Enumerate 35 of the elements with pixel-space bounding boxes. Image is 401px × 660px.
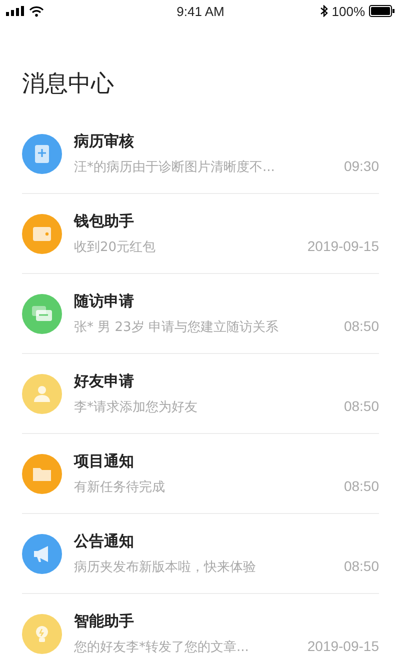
message-row[interactable]: 智能助手 您的好友李*转发了您的文章... 2019-09-15: [22, 594, 379, 660]
message-preview: 李*请求添加您为好友: [74, 398, 198, 416]
message-title: 公告通知: [74, 532, 135, 550]
status-time: 9:41 AM: [176, 4, 226, 18]
message-title: 好友申请: [74, 372, 135, 390]
message-time: 2019-09-15: [307, 638, 379, 656]
message-row[interactable]: 钱包助手 收到20元红包 2019-09-15: [22, 194, 379, 274]
message-row[interactable]: 随访申请 张* 男 23岁 申请与您建立随访关系 08:50: [22, 274, 379, 354]
message-preview: 有新任务待完成: [74, 478, 165, 496]
signal-icon: [6, 6, 24, 16]
message-title: 病历审核: [74, 132, 135, 150]
message-preview: 您的好友李*转发了您的文章...: [74, 638, 249, 656]
message-time: 08:50: [344, 318, 379, 336]
message-row[interactable]: 好友申请 李*请求添加您为好友 08:50: [22, 354, 379, 434]
message-time: 08:50: [344, 558, 379, 576]
bluetooth-icon: [320, 5, 328, 17]
battery-icon: [369, 5, 396, 17]
battery-percent: 100%: [332, 4, 366, 18]
message-title: 项目通知: [74, 452, 135, 470]
message-time: 08:50: [344, 478, 379, 496]
message-row[interactable]: 项目通知 有新任务待完成 08:50: [22, 434, 379, 514]
message-preview: 病历夹发布新版本啦，快来体验: [74, 558, 256, 576]
message-preview: 汪*的病历由于诊断图片清晰度不...: [74, 158, 275, 176]
message-title: 智能助手: [74, 612, 135, 630]
wifi-icon: [29, 6, 44, 16]
message-preview: 张* 男 23岁 申请与您建立随访关系: [74, 318, 278, 336]
message-title: 钱包助手: [74, 212, 135, 230]
message-row[interactable]: 病历审核 汪*的病历由于诊断图片清晰度不... 09:30: [22, 114, 379, 194]
message-preview: 收到20元红包: [74, 238, 156, 256]
message-time: 08:50: [344, 398, 379, 416]
message-time: 2019-09-15: [307, 238, 379, 256]
message-row[interactable]: 公告通知 病历夹发布新版本啦，快来体验 08:50: [22, 514, 379, 594]
message-title: 随访申请: [74, 292, 135, 310]
page-title: 消息中心: [22, 70, 115, 99]
message-time: 09:30: [344, 158, 379, 176]
